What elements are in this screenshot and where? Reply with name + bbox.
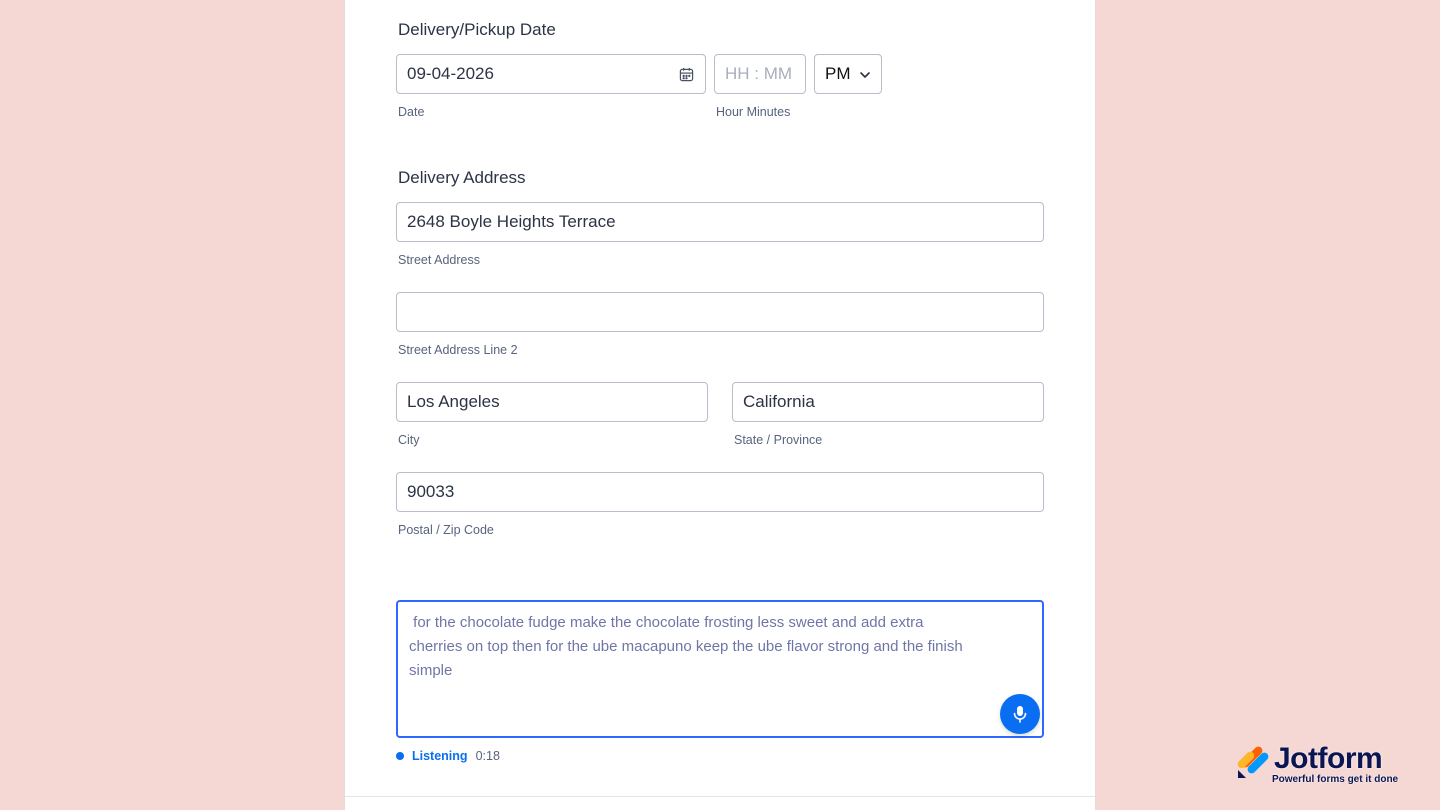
jotform-brand[interactable]: Jotform Powerful forms get it done [1234,742,1406,790]
date-question-label: Delivery/Pickup Date [398,20,556,39]
zip-code-sublabel: Postal / Zip Code [398,523,494,537]
microphone-button[interactable] [1000,694,1040,734]
date-value: 09-04-2026 [407,64,494,83]
date-input[interactable]: 09-04-2026 [396,54,706,94]
state-sublabel: State / Province [734,433,823,447]
jotform-logo-icon [1237,746,1269,778]
listening-indicator-dot [396,752,404,760]
brand-tagline: Powerful forms get it done [1272,774,1399,785]
chevron-down-icon [860,72,870,78]
calendar-icon[interactable] [679,67,694,82]
time-sublabel: Hour Minutes [716,105,791,119]
city-input[interactable]: Los Angeles [396,382,708,422]
street-address-line2-input[interactable] [396,292,1044,332]
ampm-select[interactable]: PM [814,54,882,94]
listening-label: Listening [412,749,468,763]
street-address-value: 2648 Boyle Heights Terrace [407,212,616,231]
city-sublabel: City [398,433,420,447]
street-address-input[interactable]: 2648 Boyle Heights Terrace [396,202,1044,242]
microphone-icon [1013,706,1027,723]
date-sublabel: Date [398,105,425,119]
zip-code-value: 90033 [407,482,455,501]
city-value: Los Angeles [407,392,500,411]
state-value: California [743,392,815,411]
time-placeholder: HH : MM [725,64,793,83]
zip-code-input[interactable]: 90033 [396,472,1044,512]
address-question-label: Delivery Address [398,168,526,187]
time-input[interactable]: HH : MM [714,54,806,94]
divider [345,796,1095,797]
ampm-value: PM [825,64,851,83]
street-address-line2-sublabel: Street Address Line 2 [398,343,518,357]
notes-text: for the chocolate fudge make the chocola… [409,614,967,679]
brand-name: Jotform [1274,742,1383,775]
recording-timer: 0:18 [475,749,500,763]
state-input[interactable]: California [732,382,1044,422]
voice-status: Listening 0:18 [396,749,500,763]
notes-textarea[interactable]: for the chocolate fudge make the chocola… [396,600,1044,738]
street-address-sublabel: Street Address [398,253,480,267]
